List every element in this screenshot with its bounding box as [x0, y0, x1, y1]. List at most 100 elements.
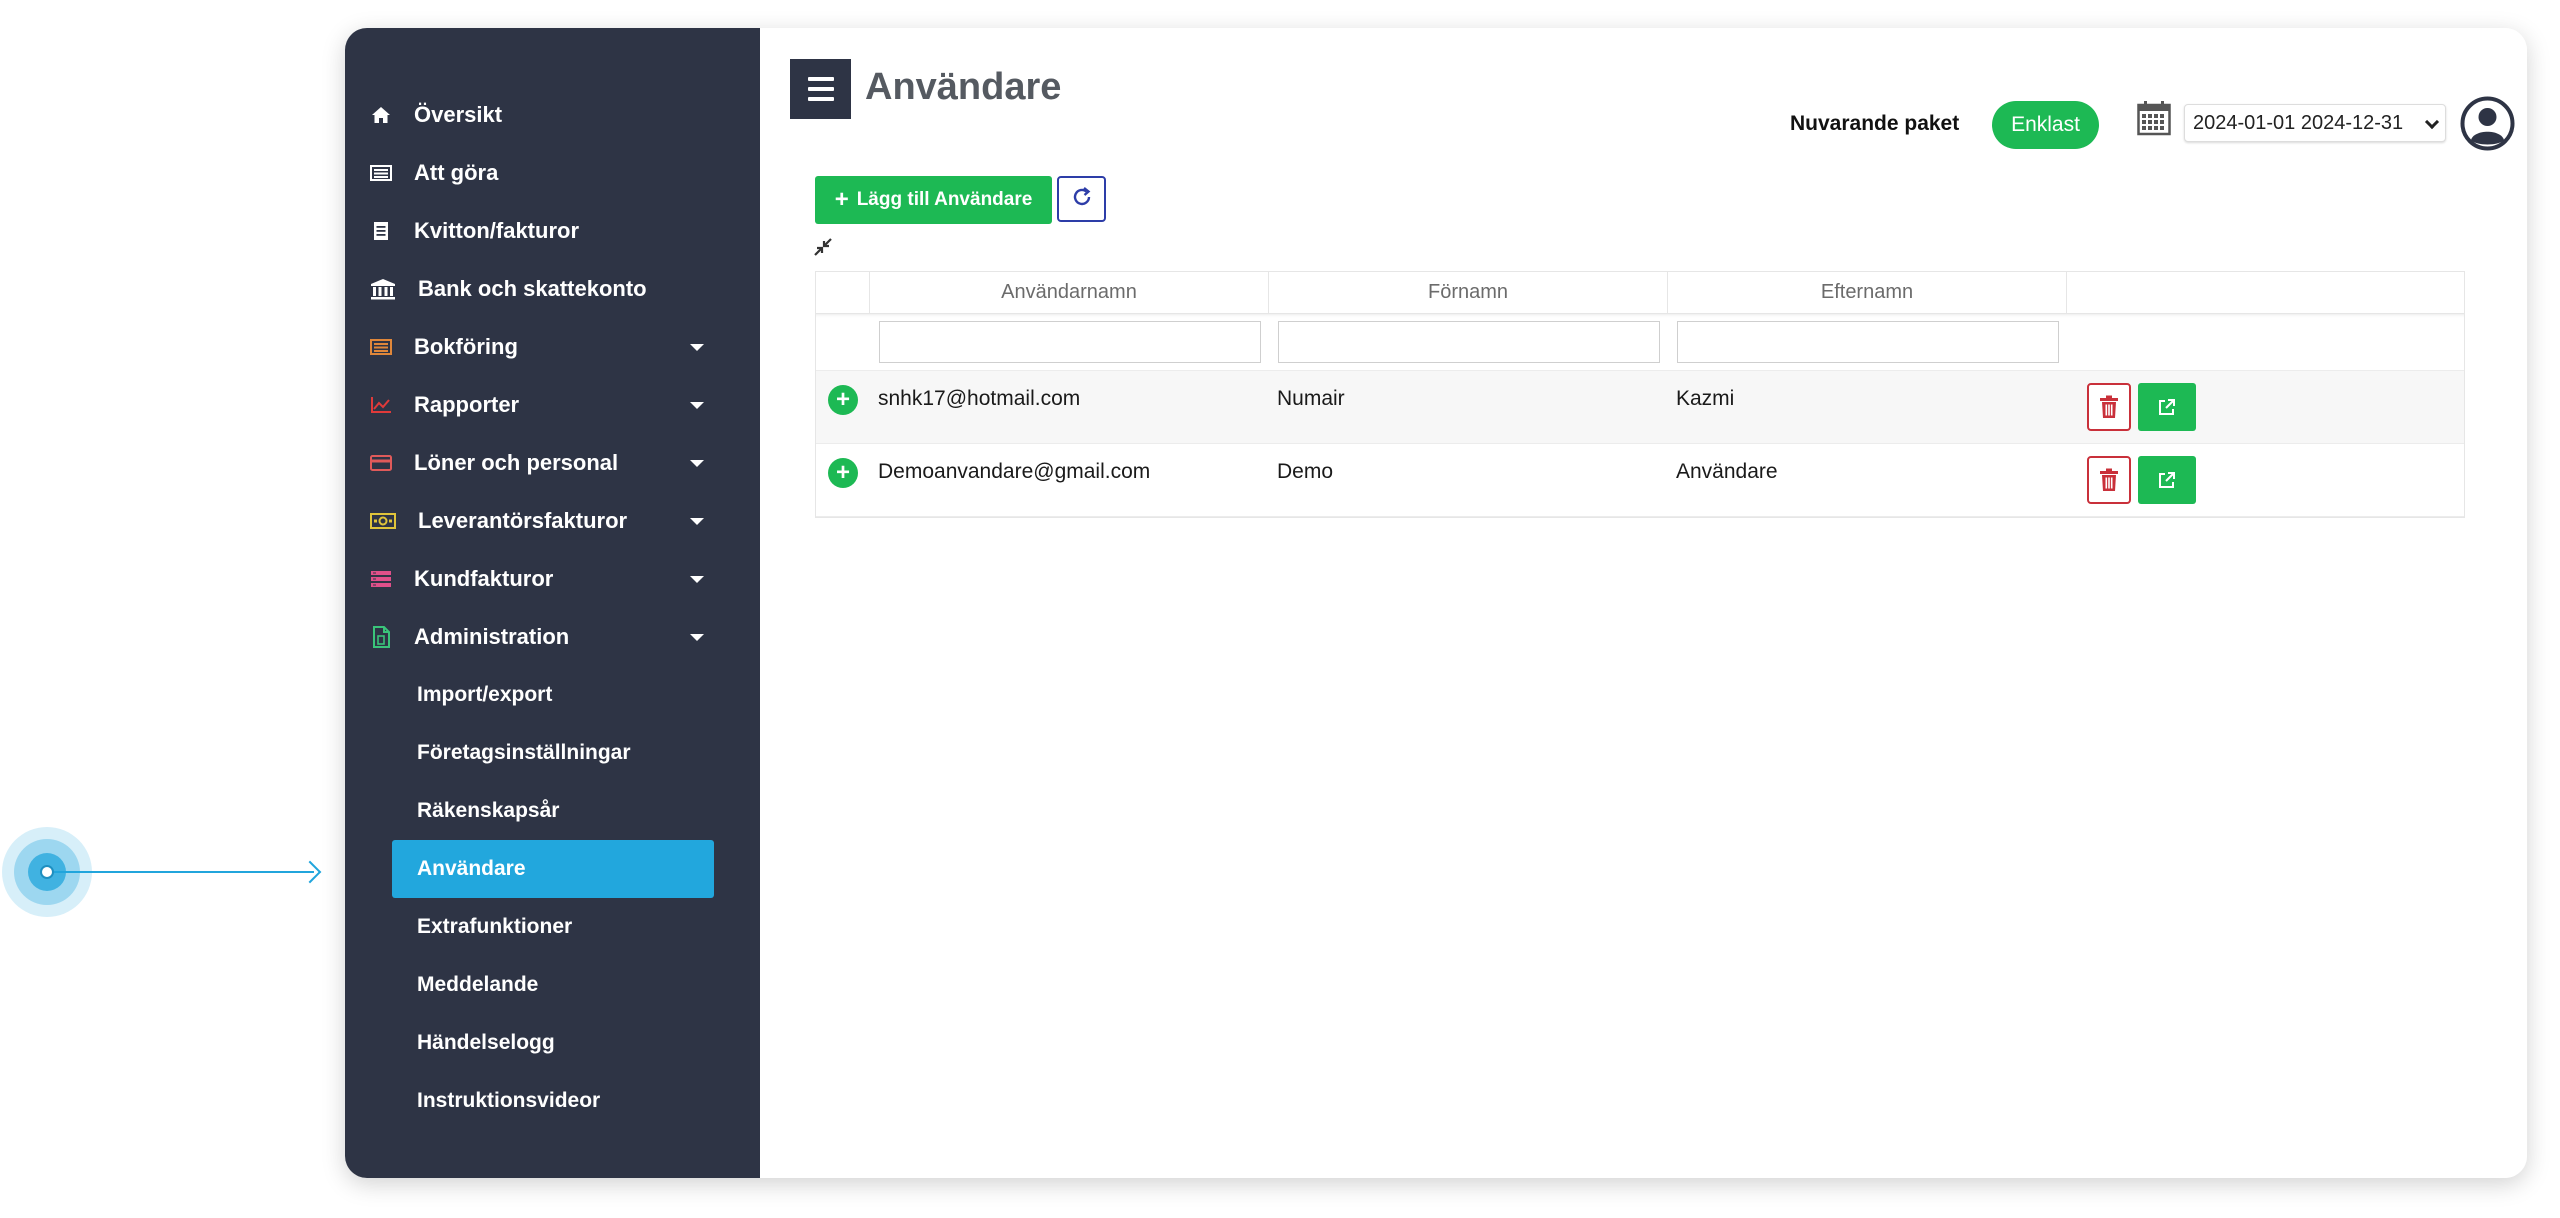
- sidebar-item-loner[interactable]: Löner och personal: [345, 434, 760, 492]
- delete-button[interactable]: [2087, 456, 2131, 504]
- sidebar-item-label: Kundfakturor: [414, 566, 554, 591]
- app-window: Översikt Att göra Kvitton/fakturor Bank …: [345, 28, 2527, 1178]
- delete-button[interactable]: [2087, 383, 2131, 431]
- stack-icon: [370, 568, 392, 590]
- sidebar-item-label: Administration: [414, 624, 570, 649]
- fiscal-year-select[interactable]: 2024-01-01 2024-12-31: [2184, 104, 2446, 142]
- open-user-button[interactable]: [2138, 456, 2196, 504]
- plan-label: Nuvarande paket: [1790, 112, 1960, 135]
- sidebar-item-label: Bokföring: [414, 334, 518, 359]
- chevron-down-icon: [690, 460, 704, 467]
- cell-firstname: Numair: [1277, 387, 1345, 410]
- actions-cell: [2067, 371, 2464, 443]
- firstname-filter-input[interactable]: [1277, 321, 1660, 363]
- filter-cell: [870, 321, 1269, 363]
- sidebar-item-att-gora[interactable]: Att göra: [345, 144, 760, 202]
- trash-icon: [2100, 395, 2118, 418]
- sidebar-item-administration[interactable]: Administration: [345, 608, 760, 666]
- expand-cell: +: [816, 444, 870, 516]
- header-username[interactable]: Användarnamn: [870, 272, 1269, 313]
- cell-username: Demoanvandare@gmail.com: [878, 460, 1151, 483]
- filter-cell: [1668, 321, 2067, 363]
- fiscal-year-value: 2024-01-01 2024-12-31: [2193, 111, 2404, 134]
- sidebar-item-label: Kvitton/fakturor: [414, 218, 579, 243]
- open-user-button[interactable]: [2138, 383, 2196, 431]
- ledger-icon: [370, 336, 392, 358]
- sidebar-subitem-instruktionsvideor[interactable]: Instruktionsvideor: [345, 1072, 760, 1130]
- users-table: Användarnamn Förnamn Efternamn + snhk17@…: [815, 271, 2465, 518]
- cell-username: snhk17@hotmail.com: [878, 387, 1081, 410]
- calendar-icon: [2137, 100, 2171, 136]
- external-link-icon: [2159, 399, 2175, 415]
- chevron-down-icon: [2424, 114, 2440, 130]
- cell-lastname: Användare: [1676, 460, 1778, 483]
- external-link-icon: [2159, 472, 2175, 488]
- sidebar-item-label: Leverantörsfakturor: [418, 508, 628, 533]
- screenshot-stage: Översikt Att göra Kvitton/fakturor Bank …: [0, 0, 2560, 1218]
- sidebar-item-rapporter[interactable]: Rapporter: [345, 376, 760, 434]
- refresh-button[interactable]: [1057, 176, 1106, 222]
- table-row: + snhk17@hotmail.com Numair Kazmi: [816, 371, 2464, 444]
- compress-icon[interactable]: [812, 236, 834, 258]
- pointer-arrow-head: [298, 860, 322, 884]
- trash-icon: [2100, 468, 2118, 491]
- header-lastname[interactable]: Efternamn: [1668, 272, 2067, 313]
- sidebar-subitem-extrafunktioner[interactable]: Extrafunktioner: [345, 898, 760, 956]
- sidebar-item-oversikt[interactable]: Översikt: [345, 86, 760, 144]
- sidebar-subitem-foretagsinstallningar[interactable]: Företagsinställningar: [345, 724, 760, 782]
- sidebar-item-bank[interactable]: Bank och skattekonto: [345, 260, 760, 318]
- money-icon: [370, 510, 396, 532]
- plus-icon: +: [834, 186, 849, 213]
- lastname-filter-input[interactable]: [1676, 321, 2059, 363]
- sidebar-item-label: Översikt: [414, 102, 503, 127]
- click-indicator-dot: [40, 865, 54, 879]
- sidebar-item-leverantorsfakturor[interactable]: Leverantörsfakturor: [345, 492, 760, 550]
- cell-firstname: Demo: [1277, 460, 1334, 483]
- bank-icon: [370, 278, 396, 300]
- plan-badge[interactable]: Enklast: [1992, 101, 2099, 149]
- sidebar: Översikt Att göra Kvitton/fakturor Bank …: [345, 28, 760, 1178]
- add-user-button[interactable]: + Lägg till Användare: [815, 176, 1052, 224]
- sidebar-subitem-handelselogg[interactable]: Händelselogg: [345, 1014, 760, 1072]
- add-user-label: Lägg till Användare: [856, 189, 1033, 210]
- chevron-down-icon: [690, 344, 704, 351]
- sidebar-subitem-rakenskapsar[interactable]: Räkenskapsår: [345, 782, 760, 840]
- header-actions: [2067, 272, 2464, 313]
- chevron-down-icon: [690, 518, 704, 525]
- filter-cell: [1269, 321, 1668, 363]
- refresh-icon: [1071, 186, 1093, 213]
- hamburger-bar: [807, 77, 834, 81]
- pointer-arrow-line: [54, 871, 314, 873]
- sidebar-subitem-anvandare[interactable]: Användare: [392, 840, 714, 898]
- username-filter-input[interactable]: [878, 321, 1261, 363]
- sidebar-item-kundfakturor[interactable]: Kundfakturor: [345, 550, 760, 608]
- hamburger-bar: [807, 97, 834, 101]
- sidebar-item-label: Rapporter: [414, 392, 520, 417]
- table-header: Användarnamn Förnamn Efternamn: [816, 272, 2464, 314]
- chart-icon: [370, 394, 392, 416]
- card-icon: [370, 452, 392, 474]
- sidebar-item-label: Löner och personal: [414, 450, 619, 475]
- user-avatar-icon[interactable]: [2460, 96, 2515, 151]
- main-content: Användare Nuvarande paket Enklast 2024-0…: [760, 28, 2527, 1178]
- hamburger-bar: [807, 87, 834, 91]
- sidebar-item-bokforing[interactable]: Bokföring: [345, 318, 760, 376]
- sidebar-item-kvitton[interactable]: Kvitton/fakturor: [345, 202, 760, 260]
- receipt-icon: [370, 220, 392, 242]
- header-cell-expand: [816, 272, 870, 313]
- sidebar-item-label: Att göra: [414, 160, 499, 185]
- header-firstname[interactable]: Förnamn: [1269, 272, 1668, 313]
- expand-row-icon[interactable]: +: [828, 458, 858, 488]
- cell-lastname: Kazmi: [1676, 387, 1735, 410]
- actions-cell: [2067, 444, 2464, 516]
- chevron-down-icon: [690, 576, 704, 583]
- sidebar-subitem-import-export[interactable]: Import/export: [345, 666, 760, 724]
- menu-toggle-button[interactable]: [790, 59, 851, 119]
- sidebar-subitem-meddelande[interactable]: Meddelande: [345, 956, 760, 1014]
- home-icon: [370, 104, 392, 126]
- page-title: Användare: [865, 66, 1062, 108]
- filter-row: [816, 314, 2464, 371]
- table-row: + Demoanvandare@gmail.com Demo Användare: [816, 444, 2464, 517]
- document-icon: [370, 626, 392, 648]
- expand-row-icon[interactable]: +: [828, 385, 858, 415]
